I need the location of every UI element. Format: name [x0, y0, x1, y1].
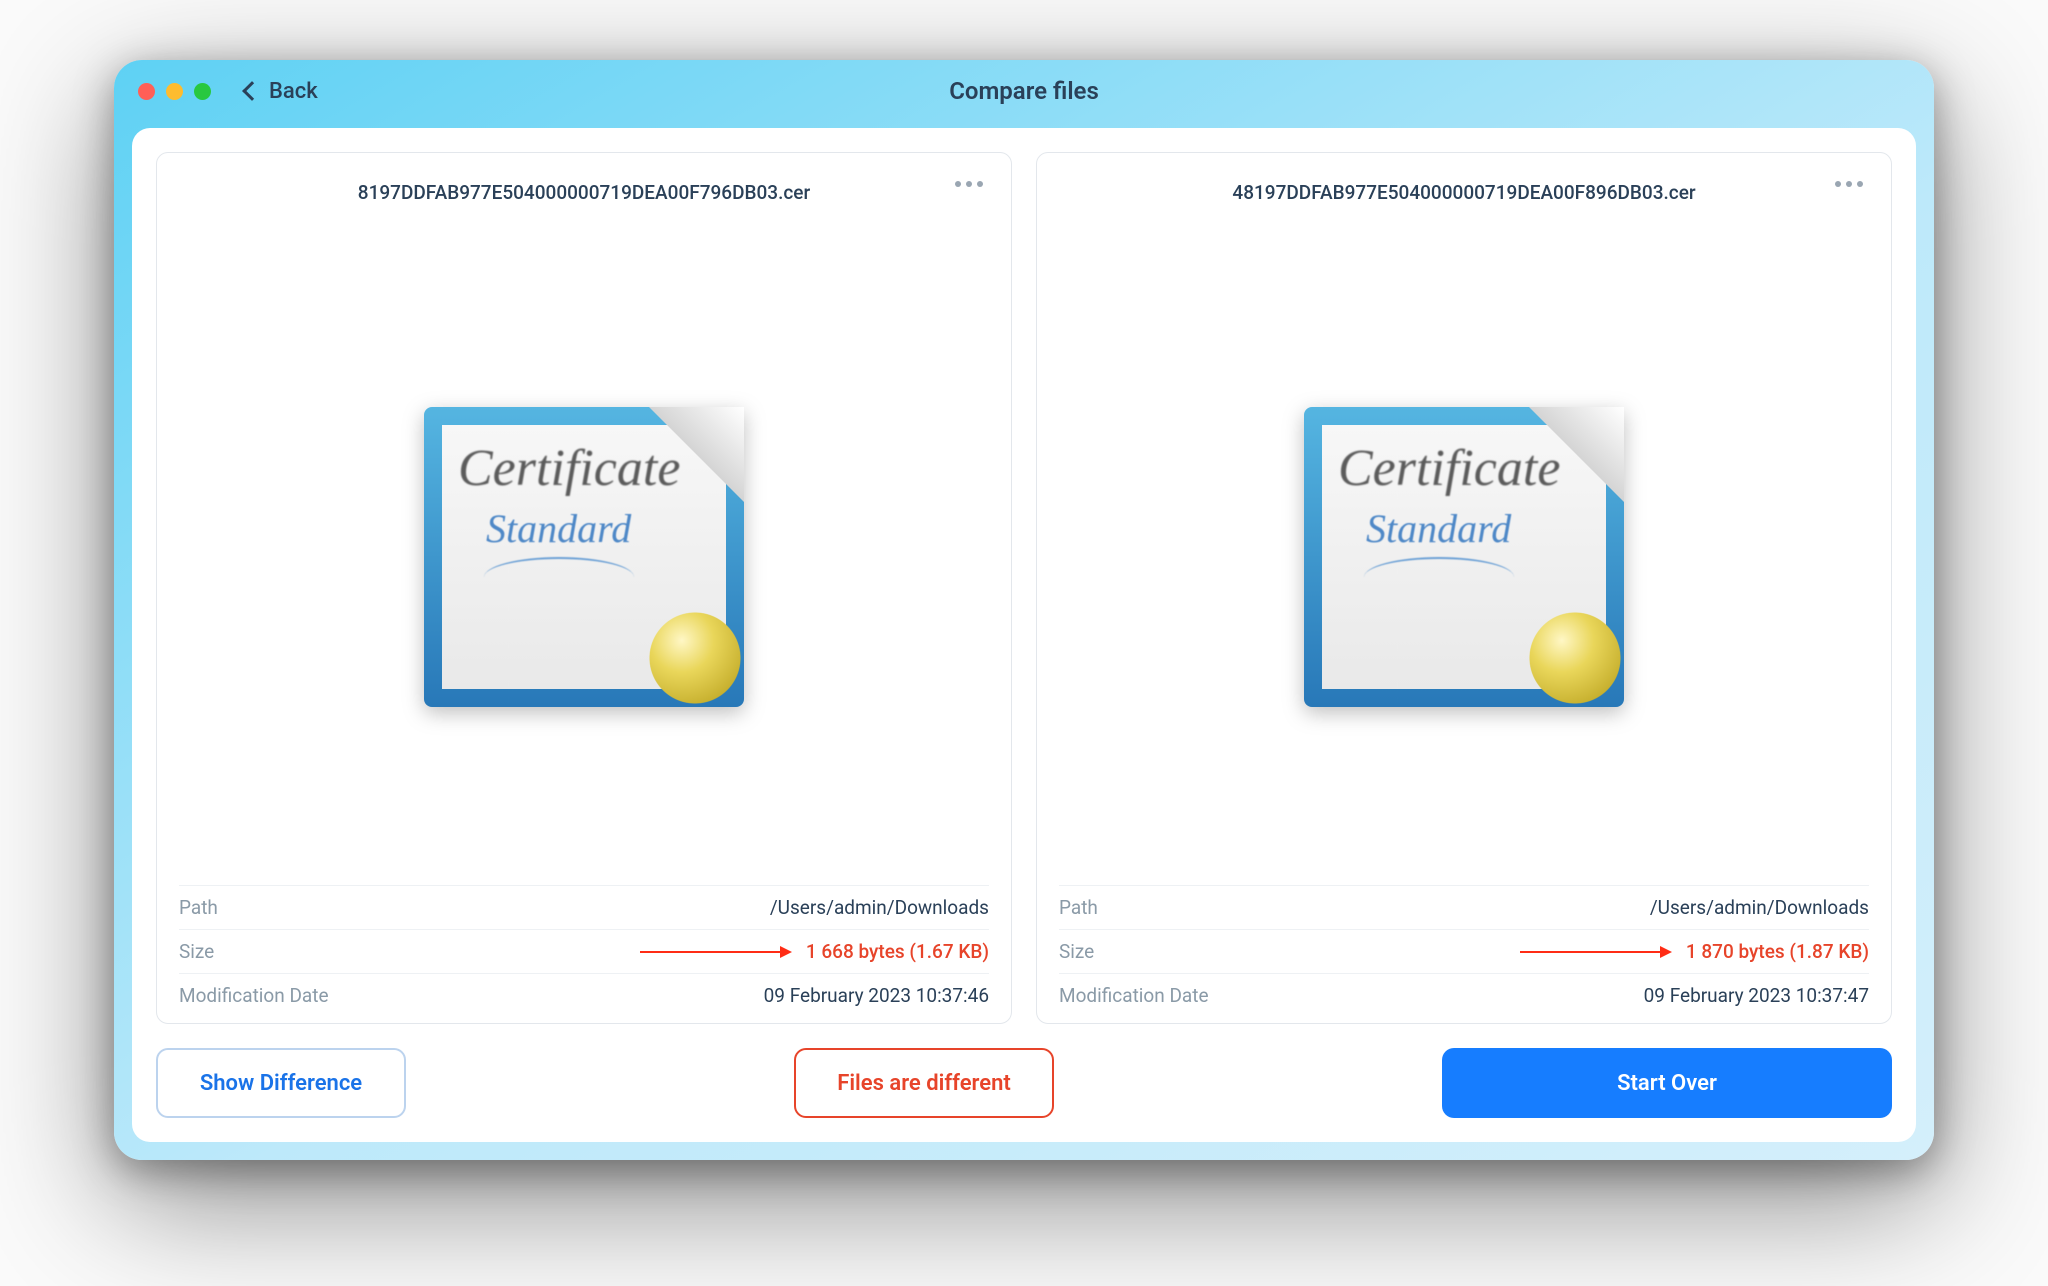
- minimize-window-button[interactable]: [166, 83, 183, 100]
- detail-row-path: Path /Users/admin/Downloads: [179, 885, 989, 929]
- action-bar: Show Difference Files are different Star…: [156, 1024, 1892, 1118]
- file-details: Path /Users/admin/Downloads Size 1 668 b…: [179, 885, 989, 1017]
- file-cards: 8197DDFAB977E504000000719DEA00F796DB03.c…: [156, 152, 1892, 1024]
- more-options-button[interactable]: [949, 175, 989, 193]
- detail-row-modification-date: Modification Date 09 February 2023 10:37…: [1059, 973, 1869, 1017]
- comparison-status-badge: Files are different: [794, 1048, 1054, 1118]
- chevron-left-icon: [242, 81, 262, 101]
- file-card-left: 8197DDFAB977E504000000719DEA00F796DB03.c…: [156, 152, 1012, 1024]
- seal-icon: [640, 603, 750, 713]
- close-window-button[interactable]: [138, 83, 155, 100]
- status-label: Files are different: [837, 1071, 1011, 1096]
- file-card-header: 8197DDFAB977E504000000719DEA00F796DB03.c…: [179, 175, 989, 209]
- certificate-icon-subtitle: Standard: [486, 505, 631, 552]
- file-preview: Certificate Standard: [1059, 209, 1869, 885]
- window-title: Compare files: [114, 77, 1934, 105]
- file-name: 48197DDFAB977E504000000719DEA00F896DB03.…: [1059, 181, 1869, 204]
- ellipsis-icon: [1835, 181, 1841, 187]
- back-button[interactable]: Back: [245, 79, 318, 104]
- window-controls: [138, 83, 211, 100]
- back-button-label: Back: [269, 79, 318, 104]
- detail-value: /Users/admin/Downloads: [770, 896, 989, 919]
- seal-icon: [1520, 603, 1630, 713]
- app-window: Back Compare files 8197DDFAB977E50400000…: [114, 60, 1934, 1160]
- file-name: 8197DDFAB977E504000000719DEA00F796DB03.c…: [179, 181, 989, 204]
- detail-row-size: Size 1 870 bytes (1.87 KB): [1059, 929, 1869, 973]
- difference-arrow-icon: [640, 951, 790, 953]
- content-surface: 8197DDFAB977E504000000719DEA00F796DB03.c…: [132, 128, 1916, 1142]
- ellipsis-icon: [955, 181, 961, 187]
- file-card-header: 48197DDFAB977E504000000719DEA00F896DB03.…: [1059, 175, 1869, 209]
- detail-label: Path: [1059, 896, 1098, 919]
- detail-value: 1 870 bytes (1.87 KB): [1686, 940, 1869, 963]
- detail-label: Size: [179, 940, 214, 963]
- detail-label: Modification Date: [1059, 984, 1209, 1007]
- difference-arrow-icon: [1520, 951, 1670, 953]
- file-details: Path /Users/admin/Downloads Size 1 870 b…: [1059, 885, 1869, 1017]
- button-label: Show Difference: [200, 1071, 362, 1096]
- detail-label: Size: [1059, 940, 1094, 963]
- certificate-icon-title: Certificate: [458, 439, 680, 498]
- detail-value: 1 668 bytes (1.67 KB): [806, 940, 989, 963]
- detail-value: 09 February 2023 10:37:47: [1644, 984, 1869, 1007]
- file-card-right: 48197DDFAB977E504000000719DEA00F896DB03.…: [1036, 152, 1892, 1024]
- file-preview: Certificate Standard: [179, 209, 989, 885]
- more-options-button[interactable]: [1829, 175, 1869, 193]
- show-difference-button[interactable]: Show Difference: [156, 1048, 406, 1118]
- detail-value: /Users/admin/Downloads: [1650, 896, 1869, 919]
- certificate-icon: Certificate Standard: [1304, 407, 1624, 707]
- zoom-window-button[interactable]: [194, 83, 211, 100]
- certificate-icon-subtitle: Standard: [1366, 505, 1511, 552]
- detail-row-path: Path /Users/admin/Downloads: [1059, 885, 1869, 929]
- detail-row-size: Size 1 668 bytes (1.67 KB): [179, 929, 989, 973]
- start-over-button[interactable]: Start Over: [1442, 1048, 1892, 1118]
- certificate-icon-title: Certificate: [1338, 439, 1560, 498]
- detail-value: 09 February 2023 10:37:46: [764, 984, 989, 1007]
- title-bar: Back Compare files: [114, 60, 1934, 122]
- detail-label: Path: [179, 896, 218, 919]
- certificate-icon: Certificate Standard: [424, 407, 744, 707]
- button-label: Start Over: [1617, 1071, 1717, 1096]
- detail-row-modification-date: Modification Date 09 February 2023 10:37…: [179, 973, 989, 1017]
- detail-label: Modification Date: [179, 984, 329, 1007]
